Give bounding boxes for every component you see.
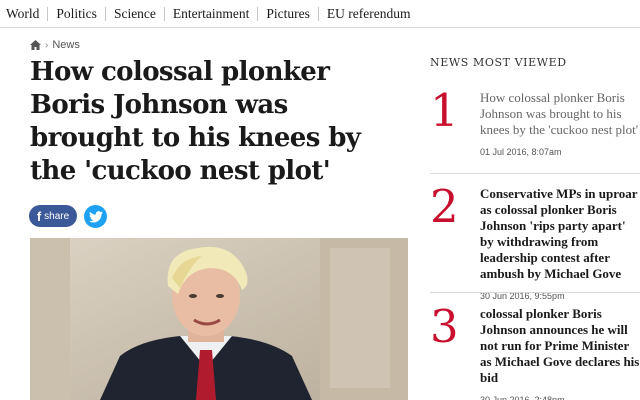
twitter-share-button[interactable]: [84, 205, 107, 228]
boris-johnson-photo: [30, 238, 408, 400]
rank-number: 1: [430, 84, 459, 137]
twitter-icon: [88, 210, 103, 223]
most-viewed-date: 30 Jun 2016, 2:48pm: [480, 395, 565, 400]
nav-politics[interactable]: Politics: [56, 6, 97, 22]
breadcrumb-separator: ›: [45, 39, 49, 51]
most-viewed-panel: NEWS MOST VIEWED 1 How colossal plonker …: [430, 56, 640, 400]
nav-world[interactable]: World: [6, 6, 39, 22]
nav-pictures[interactable]: Pictures: [266, 6, 310, 22]
most-viewed-headline[interactable]: colossal plonker Boris Johnson announces…: [480, 306, 639, 385]
facebook-share-button[interactable]: f share: [29, 205, 77, 227]
most-viewed-date: 30 Jun 2016, 9:55pm: [480, 291, 565, 301]
nav-divider: [163, 6, 165, 21]
top-nav: World Politics Science Entertainment Pic…: [0, 0, 640, 28]
rank-number: 3: [430, 300, 459, 353]
most-viewed-date: 01 Jul 2016, 8:07am: [480, 147, 562, 157]
article-headline: How colossal plonker Boris Johnson was b…: [30, 57, 361, 186]
breadcrumb-news[interactable]: News: [52, 39, 80, 51]
most-viewed-headline[interactable]: How colossal plonker Boris Johnson was b…: [480, 90, 638, 137]
most-viewed-title: NEWS MOST VIEWED: [430, 56, 567, 69]
nav-eu-referendum[interactable]: EU referendum: [327, 6, 411, 22]
nav-divider: [47, 6, 49, 21]
nav-divider: [104, 6, 106, 21]
home-icon[interactable]: [30, 40, 41, 50]
nav-divider: [257, 6, 259, 21]
breadcrumb: › News: [30, 39, 80, 51]
nav-divider: [317, 6, 319, 21]
share-label: share: [44, 210, 70, 222]
divider: [430, 292, 640, 293]
divider: [430, 173, 640, 174]
rank-number: 2: [430, 180, 459, 233]
most-viewed-headline[interactable]: Conservative MPs in uproar as colossal p…: [480, 186, 637, 281]
nav-science[interactable]: Science: [114, 6, 156, 22]
article-photo: [30, 238, 408, 400]
nav-entertainment[interactable]: Entertainment: [173, 6, 249, 22]
facebook-icon: f: [36, 208, 42, 224]
